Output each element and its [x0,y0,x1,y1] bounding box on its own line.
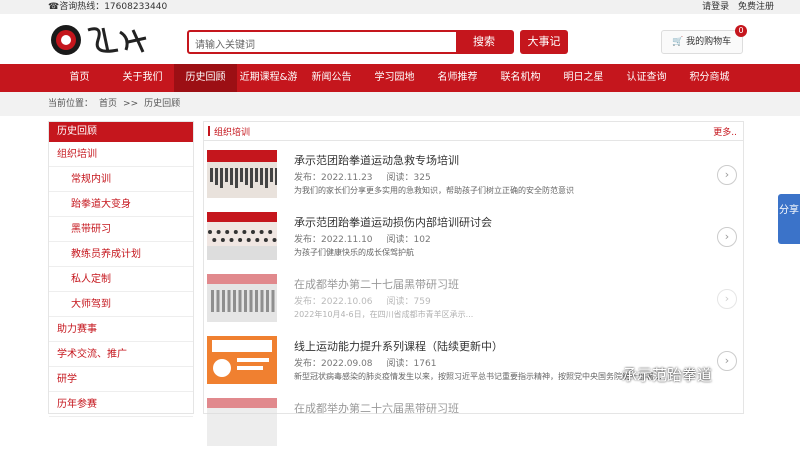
chevron-right-icon[interactable]: › [717,351,737,371]
brand-logo[interactable] [48,20,148,60]
sidebar: 历史回顾 组织培训 常规内训 跆拳道大变身 黑带研习 教练员养成计划 私人定制 大师驾到 助力… [48,121,194,417]
article-thumbnail[interactable] [207,398,277,446]
breadcrumb-home[interactable]: 首页 [99,99,117,109]
nav-item[interactable]: 认证查询 [615,64,678,92]
chevron-right-icon[interactable]: › [717,165,737,185]
nav-item[interactable]: 明日之星 [552,64,615,92]
sidebar-item[interactable]: 大师驾到 [49,292,193,317]
article-date: 发布：2022.11.23 [294,173,373,183]
cart-label: 我的购物车 [686,37,732,47]
article-date: 发布：2022.11.10 [294,235,373,245]
article-desc: 为孩子们健康快乐的成长保驾护航 [294,248,414,257]
article-thumbnail[interactable] [207,212,277,260]
article-item[interactable]: 在成都举办第二十七届黑带研习班发布：2022.10.06 阅读：759 2022年1… [207,274,737,336]
article-item[interactable]: 在成都举办第二十六届黑带研习班 [207,398,737,460]
nav-item[interactable]: 积分商城 [678,64,741,92]
chevron-right-icon[interactable]: › [717,289,737,309]
nav-item[interactable]: 关于我们 [111,64,174,92]
article-date: 发布：2022.10.06 [294,297,373,307]
nav-item[interactable]: 新闻公告 [300,64,363,92]
article-title[interactable]: 承示范团跆拳道运动急救专场培训 [294,152,459,168]
breadcrumb-sep: >> [123,99,139,109]
chevron-right-icon[interactable]: › [717,227,737,247]
article-views: 阅读：759 [386,297,431,307]
article-title[interactable]: 承示范团跆拳道运动损伤内部培训研讨会 [294,214,492,230]
article-meta [294,418,322,428]
watermark: 承示范跆拳道 [622,366,713,384]
cart-button[interactable]: 🛒 我的购物车 0 [661,25,747,54]
sidebar-item[interactable]: 教练员养成计划 [49,242,193,267]
article-thumbnail[interactable] [207,336,277,384]
sidebar-item[interactable]: 研学 [49,367,193,392]
article-desc: 2022年10月4-6日，在四川省成都市青羊区承示... [294,310,474,319]
nav-item[interactable]: 首页 [48,64,111,92]
sidebar-item[interactable]: 组织培训 [49,142,193,167]
top-bar: ☎咨询热线：17608233440 请登录 免费注册 [0,0,800,14]
nav-item[interactable]: 名师推荐 [426,64,489,92]
cart-count-badge: 0 [735,25,747,37]
account-links: 请登录 免费注册 [696,0,774,14]
sidebar-item[interactable]: 跆拳道大变身 [49,192,193,217]
article-meta: 发布：2022.11.10 阅读：102 [294,232,445,245]
nav-item[interactable]: 联名机构 [489,64,552,92]
article-views: 阅读：102 [386,235,431,245]
nav-item[interactable]: 历史回顾 [174,64,237,92]
search-button[interactable]: 搜索 [456,32,512,52]
breadcrumb-current: 历史回顾 [144,99,181,109]
search-bar: 请输入关键词 搜索 [187,30,514,54]
sidebar-item[interactable]: 历年参赛 [49,392,193,417]
share-label: 分享 [779,205,799,216]
nav-item[interactable]: 近期课程&游学 [237,64,300,111]
article-thumbnail[interactable] [207,274,277,322]
article-views: 阅读：325 [386,173,431,183]
search-input[interactable]: 请输入关键词 [195,36,255,51]
sidebar-title: 历史回顾 [49,122,193,142]
article-title[interactable]: 线上运动能力提升系列课程（陆续更新中） [294,338,503,354]
article-meta: 发布：2022.10.06 阅读：759 [294,294,445,307]
sidebar-item[interactable]: 私人定制 [49,267,193,292]
article-meta: 发布：2022.11.23 阅读：325 [294,170,445,183]
article-thumbnail[interactable] [207,150,277,198]
nav-item[interactable]: 学习园地 [363,64,426,92]
article-item[interactable]: 承示范团跆拳道运动损伤内部培训研讨会发布：2022.11.10 阅读：102 为孩子… [207,212,737,274]
breadcrumb-label: 当前位置： [48,99,94,109]
article-date: 发布：2022.09.08 [294,359,373,369]
register-link[interactable]: 免费注册 [738,2,774,12]
sidebar-item[interactable]: 黑带研习 [49,217,193,242]
sidebar-item[interactable]: 常规内训 [49,167,193,192]
sidebar-item[interactable]: 助力赛事 [49,317,193,342]
article-desc: 为我们的家长们分享更多实用的急救知识，帮助孩子们树立正确的安全防范意识 [294,186,574,195]
cart-icon: 🛒 [672,37,684,47]
panel-title: 组织培训 [214,128,251,138]
hotline-text: ☎咨询热线：17608233440 [48,2,168,12]
login-link[interactable]: 请登录 [702,2,729,12]
share-button[interactable]: 分享 [778,194,800,244]
sidebar-item[interactable]: 学术交流、推广 [49,342,193,367]
more-link[interactable]: 更多.. [713,125,737,138]
article-meta: 发布：2022.09.08 阅读：1761 [294,356,450,369]
breadcrumb: 当前位置： 首页 >> 历史回顾 [0,92,800,116]
panel-accent [208,126,210,136]
article-item[interactable]: 承示范团跆拳道运动急救专场培训发布：2022.11.23 阅读：325 为我们的家长… [207,150,737,212]
article-views: 阅读：1761 [386,359,437,369]
main-nav: 首页关于我们历史回顾近期课程&游学新闻公告学习园地名师推荐联名机构明日之星认证查… [0,64,800,111]
article-title[interactable]: 在成都举办第二十七届黑带研习班 [294,276,459,292]
panel-header: 组织培训 更多.. [204,122,743,141]
big-event-button[interactable]: 大事记 [520,30,568,54]
